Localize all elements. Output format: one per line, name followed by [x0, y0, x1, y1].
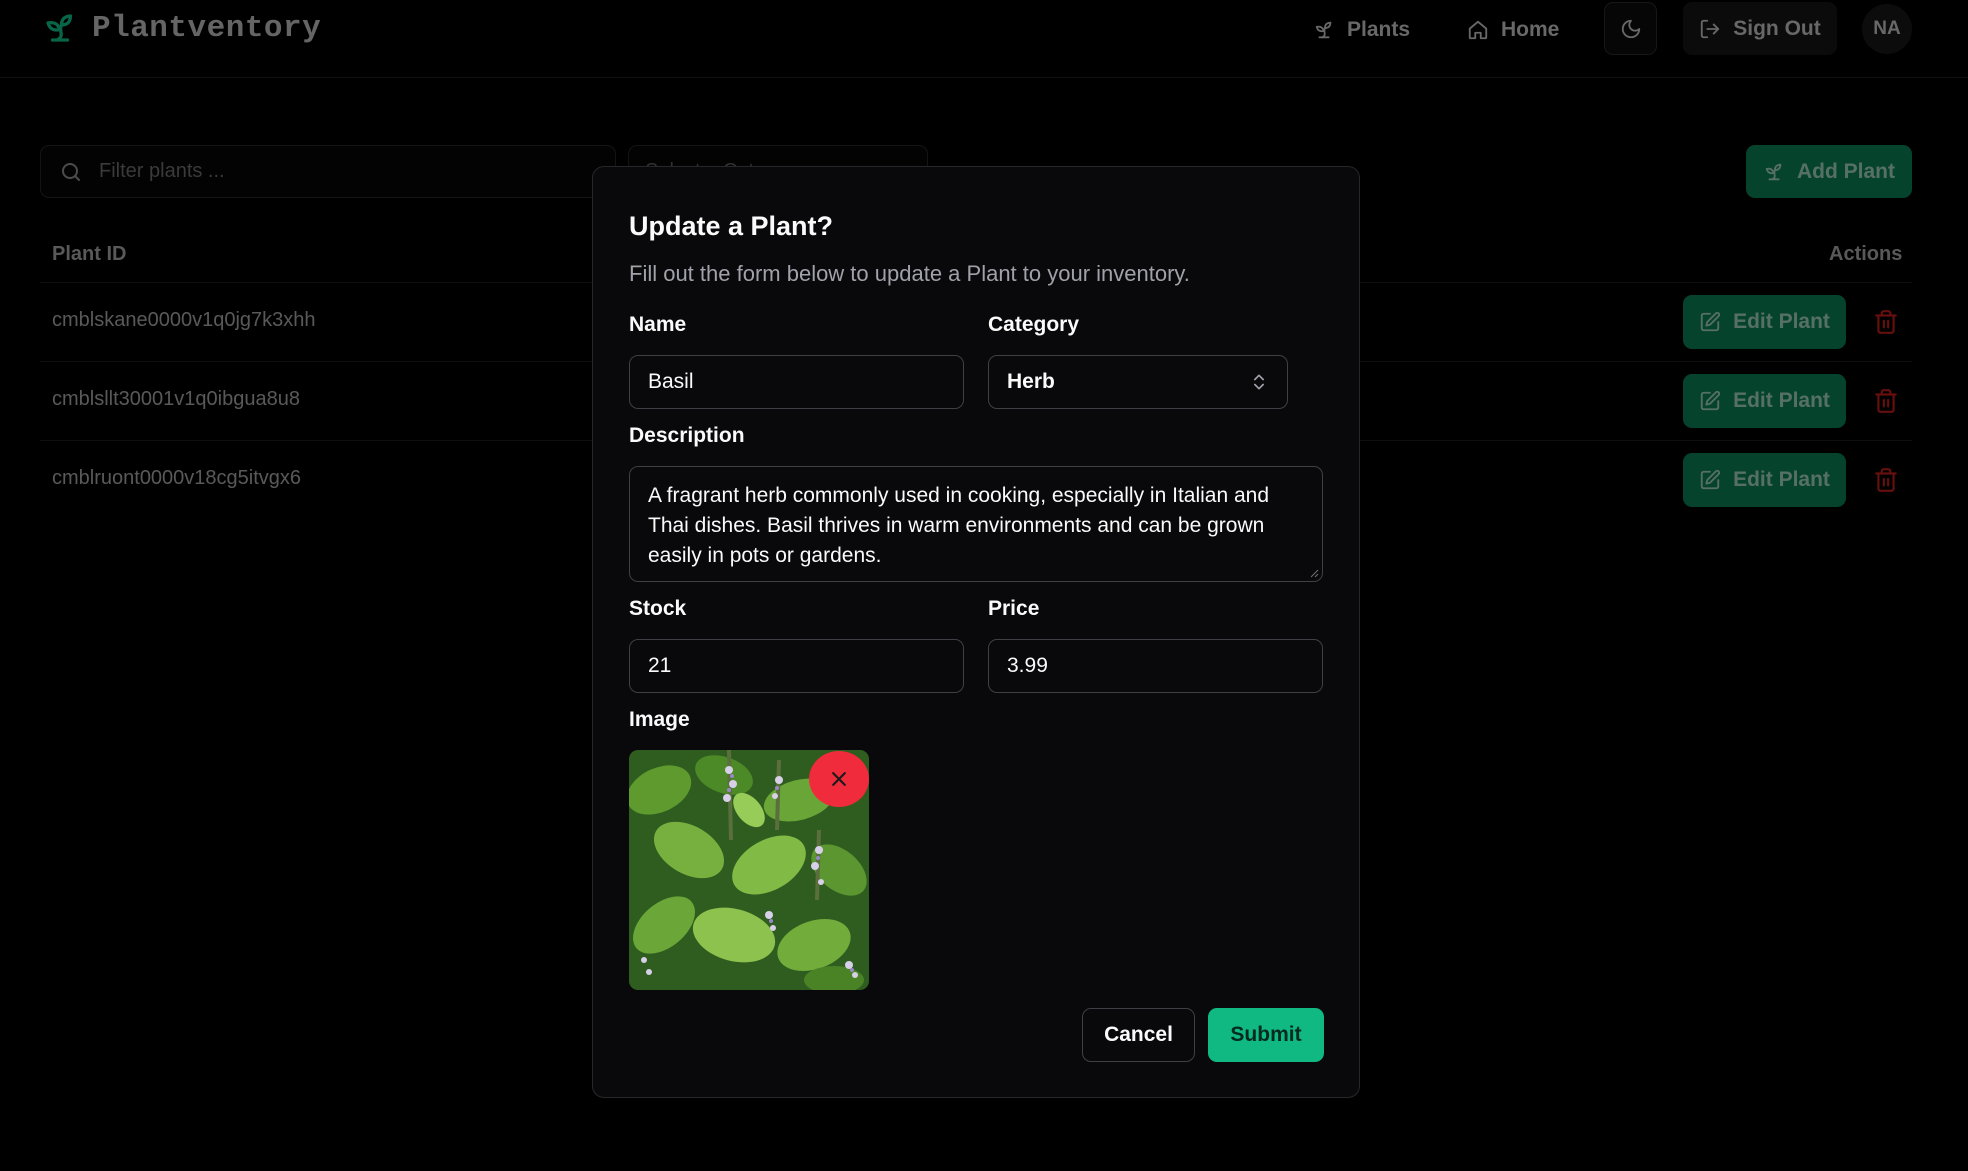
- remove-image-button[interactable]: [809, 751, 869, 807]
- category-value: Herb: [1007, 370, 1055, 393]
- cancel-button[interactable]: Cancel: [1082, 1008, 1195, 1062]
- price-field[interactable]: 3.99: [988, 639, 1323, 693]
- name-label: Name: [629, 313, 687, 336]
- stock-field[interactable]: 21: [629, 639, 964, 693]
- image-label: Image: [629, 708, 690, 731]
- name-value: Basil: [648, 370, 694, 393]
- dialog-title: Update a Plant?: [629, 211, 834, 241]
- chevrons-up-down-icon: [1254, 374, 1264, 390]
- price-label: Price: [988, 597, 1040, 620]
- submit-button[interactable]: Submit: [1208, 1008, 1324, 1062]
- category-select[interactable]: Herb: [988, 355, 1288, 409]
- description-textarea[interactable]: A fragrant herb commonly used in cooking…: [629, 466, 1323, 582]
- cancel-label: Cancel: [1104, 1023, 1173, 1046]
- category-label: Category: [988, 313, 1080, 336]
- stock-label: Stock: [629, 597, 687, 620]
- description-value: A fragrant herb commonly used in cooking…: [648, 484, 1270, 567]
- update-plant-dialog: Update a Plant? Fill out the form below …: [592, 166, 1360, 1098]
- description-label: Description: [629, 424, 745, 447]
- name-field[interactable]: Basil: [629, 355, 964, 409]
- resize-handle-icon[interactable]: [1309, 568, 1319, 578]
- price-value: 3.99: [1007, 654, 1048, 677]
- submit-label: Submit: [1230, 1023, 1302, 1046]
- close-icon: [832, 772, 846, 786]
- stock-value: 21: [648, 654, 672, 677]
- dialog-description: Fill out the form below to update a Plan…: [629, 261, 1190, 286]
